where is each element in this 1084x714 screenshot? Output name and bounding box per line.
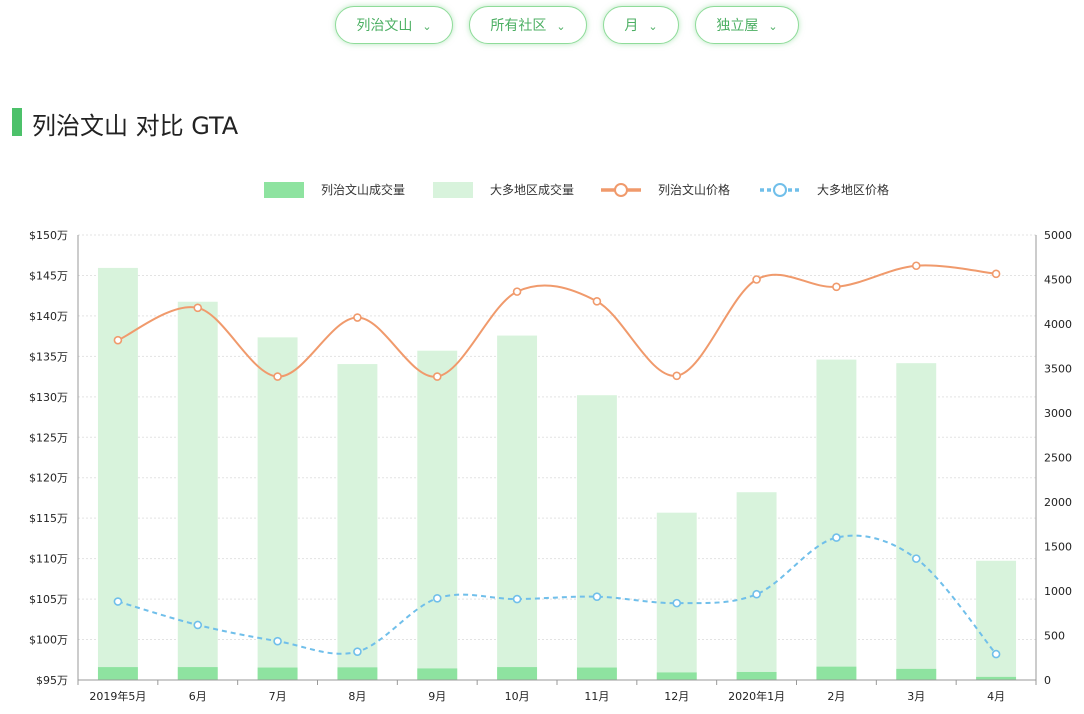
gta-price-point: [273, 636, 282, 646]
x-tick-label: 12月: [664, 690, 689, 703]
bar-local-volume: [417, 668, 458, 680]
legend-local-volume-label: 列治文山成交量: [321, 182, 405, 197]
local-price-point: [432, 372, 442, 381]
bar-local-volume: [896, 668, 937, 680]
local-price-point: [193, 303, 203, 313]
x-tick-label: 10月: [505, 690, 530, 703]
bar-local-volume: [97, 667, 138, 680]
comparison-chart: $95万 $100万 $105万 $110万 $115万 $120万 $125万 $130万 $…: [29, 182, 1072, 703]
x-tick-label: 7月: [269, 690, 287, 703]
legend-gta-price-label: 大多地区价格: [817, 182, 889, 197]
x-tick-label: 8月: [348, 690, 366, 703]
y-left-tick-label: $125万: [29, 431, 68, 444]
gta-price-point: [592, 592, 602, 601]
y-left-tick-label: $110万: [29, 553, 68, 566]
x-tick-label: 11月: [584, 690, 609, 703]
y-right-tick-label: 2000: [1044, 496, 1072, 509]
y-right-tick-label: 4500: [1044, 274, 1072, 287]
gta-price-point: [193, 620, 203, 630]
bar-gta-volume: [257, 337, 298, 680]
bar-gta-volume: [417, 350, 458, 680]
gta-price-point: [353, 647, 362, 656]
y-right-tick-label: 0: [1044, 674, 1051, 687]
local-price-point: [512, 287, 522, 296]
local-price-point: [273, 372, 282, 381]
bar-local-volume: [576, 667, 617, 680]
y-left-tick-label: $95万: [36, 674, 68, 687]
local-price-point: [592, 297, 602, 306]
bar-gta-volume: [816, 359, 857, 680]
gta-price-point: [832, 533, 841, 542]
bars: [97, 267, 1017, 680]
local-price-point: [911, 261, 921, 271]
local-price-line: [117, 264, 997, 378]
y-left-tick-label: $130万: [29, 391, 68, 404]
y-left-tick-label: $115万: [29, 512, 68, 525]
y-left-tick-label: $140万: [29, 310, 68, 323]
bar-local-volume: [736, 671, 777, 680]
y-right-tick-label: 2500: [1044, 452, 1072, 465]
gta-price-point: [991, 649, 1001, 659]
x-tick-label: 9月: [428, 690, 446, 703]
local-price-point: [353, 313, 362, 322]
x-tick-label: 2019年5月: [89, 689, 146, 703]
y-right-tick-label: 3000: [1044, 407, 1072, 420]
bar-gta-volume: [896, 363, 937, 680]
legend-gta-volume-label: 大多地区成交量: [490, 182, 574, 197]
bar-local-volume: [257, 667, 298, 680]
gta-price-point: [113, 597, 123, 606]
bar-local-volume: [816, 666, 857, 680]
gta-price-point: [672, 598, 682, 608]
legend-local-price-label: 列治文山价格: [658, 182, 730, 197]
local-price-point: [113, 335, 123, 345]
x-tick-label: 4月: [987, 690, 1005, 703]
gta-price-point: [512, 594, 522, 604]
legend-gta-price-marker: [773, 183, 787, 197]
bar-local-volume: [177, 667, 218, 680]
grid-lines: [78, 234, 1036, 681]
bar-gta-volume: [337, 364, 378, 680]
local-price-point: [991, 269, 1001, 279]
legend-local-volume-swatch: [264, 182, 304, 198]
bar-gta-volume: [656, 512, 697, 680]
y-left-tick-label: $105万: [29, 593, 68, 606]
local-price-point: [672, 371, 682, 381]
gta-price-line: [117, 534, 997, 655]
legend-gta-volume-swatch: [433, 182, 473, 198]
bar-local-volume: [497, 667, 538, 680]
y-left-tick-label: $135万: [29, 350, 68, 363]
bar-gta-volume: [497, 335, 538, 680]
bar-local-volume: [656, 672, 697, 680]
gta-price-point: [432, 593, 442, 603]
x-tick-label: 2020年1月: [728, 689, 785, 703]
y-right-tick-label: 5000: [1044, 229, 1072, 242]
bar-gta-volume: [736, 492, 777, 680]
y-right-tick-label: 500: [1044, 630, 1065, 643]
y-left-tick-label: $150万: [29, 229, 68, 242]
local-price-point: [752, 275, 761, 284]
y-left-tick-label: $145万: [29, 269, 68, 282]
y-right-tick-label: 4000: [1044, 318, 1072, 331]
price-lines: [113, 261, 1001, 659]
legend: 列治文山成交量 大多地区成交量 列治文山价格 大多地区价格: [264, 182, 889, 198]
gta-price-point: [911, 554, 921, 563]
y-left-tick-label: $120万: [29, 472, 68, 485]
x-tick-label: 6月: [189, 690, 207, 703]
y-right-tick-label: 3500: [1044, 363, 1072, 376]
gta-price-point: [752, 589, 761, 599]
bar-gta-volume: [576, 395, 617, 680]
y-right-tick-label: 1500: [1044, 541, 1072, 554]
legend-local-price-marker: [614, 183, 628, 197]
x-tick-label: 3月: [907, 690, 925, 703]
bar-gta-volume: [976, 560, 1017, 680]
bar-gta-volume: [97, 267, 138, 680]
bar-local-volume: [337, 667, 378, 680]
local-price-point: [832, 282, 841, 292]
y-right-tick-label: 1000: [1044, 585, 1072, 598]
x-tick-label: 2月: [827, 690, 845, 703]
y-left-tick-label: $100万: [29, 634, 68, 647]
